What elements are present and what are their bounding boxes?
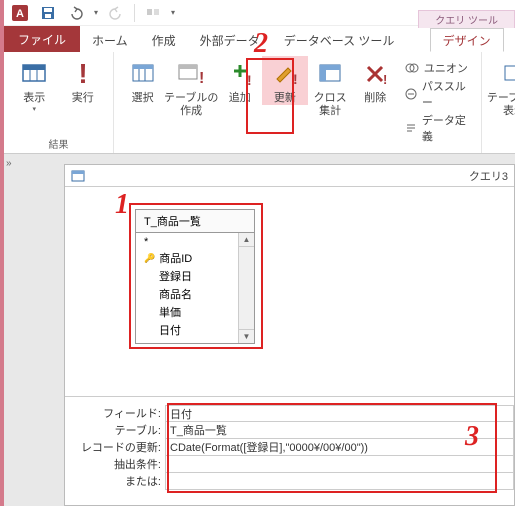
qat-customize-icon[interactable]: ▾ xyxy=(171,8,175,17)
view-icon xyxy=(18,58,50,90)
table-relationship-pane[interactable]: T_商品一覧 * 🔑商品ID 登録日 商品名 単価 日付 ▲ xyxy=(65,187,514,397)
query-icon xyxy=(71,169,85,183)
field-item-star[interactable]: * xyxy=(136,235,238,249)
save-icon[interactable] xyxy=(38,3,58,23)
row-field-value[interactable]: 日付 xyxy=(165,405,514,422)
crosstab-icon xyxy=(314,58,346,90)
undo-icon[interactable] xyxy=(66,3,86,23)
annotation-3: 3 xyxy=(465,421,479,453)
subwindow-title: クエリ3 xyxy=(469,168,508,184)
row-criteria-value[interactable] xyxy=(165,456,514,473)
svg-text:!: ! xyxy=(199,70,204,87)
ribbon: 表示 ▾ ! 実行 結果 選択 ! テーブルの 作成 xyxy=(4,52,515,154)
undo-dropdown-icon[interactable]: ▾ xyxy=(94,8,98,17)
query-design-window: クエリ3 T_商品一覧 * 🔑商品ID 登録日 商品名 単価 日付 xyxy=(64,164,515,506)
table-title: T_商品一覧 xyxy=(136,210,254,233)
data-def-icon xyxy=(404,120,418,136)
union-button[interactable]: ユニオン xyxy=(404,60,469,76)
annotation-2: 2 xyxy=(254,28,268,60)
append-button[interactable]: ! 追加 xyxy=(217,56,262,105)
row-table-label: テーブル: xyxy=(65,422,165,439)
row-field-label: フィールド: xyxy=(65,405,165,422)
make-table-button[interactable]: ! テーブルの 作成 xyxy=(165,56,217,118)
scroll-down-icon[interactable]: ▼ xyxy=(239,329,254,343)
view-button[interactable]: 表示 ▾ xyxy=(10,56,59,113)
field-item-regdate[interactable]: 登録日 xyxy=(136,267,238,285)
scroll-up-icon[interactable]: ▲ xyxy=(239,233,254,247)
update-button[interactable]: ! 更新 xyxy=(262,56,307,105)
select-query-button[interactable]: 選択 xyxy=(120,56,165,105)
select-icon xyxy=(127,58,159,90)
annotation-1: 1 xyxy=(115,189,129,221)
passthrough-icon xyxy=(404,86,418,102)
show-table-button[interactable]: テーブルの 表示 xyxy=(488,56,515,118)
run-icon: ! xyxy=(67,58,99,90)
row-update-label: レコードの更新: xyxy=(65,439,165,456)
app-icon: A xyxy=(10,3,30,23)
primary-key-icon: 🔑 xyxy=(144,253,155,264)
tab-home[interactable]: ホーム xyxy=(80,28,140,52)
run-button[interactable]: ! 実行 xyxy=(59,56,108,105)
subwindow-header: クエリ3 xyxy=(65,165,514,187)
field-item-id[interactable]: 🔑商品ID xyxy=(136,249,238,267)
crosstab-button[interactable]: クロス 集計 xyxy=(308,56,353,118)
svg-text:!: ! xyxy=(293,71,298,87)
workspace: » クエリ3 T_商品一覧 * 🔑商品ID 登録日 商品名 単価 xyxy=(4,154,515,506)
svg-text:!: ! xyxy=(78,59,87,89)
tab-file[interactable]: ファイル xyxy=(4,26,80,52)
qat-more-icon[interactable] xyxy=(143,3,163,23)
update-icon: ! xyxy=(269,58,301,90)
row-criteria-label: 抽出条件: xyxy=(65,456,165,473)
context-group-label: クエリ ツール xyxy=(418,10,515,28)
passthrough-button[interactable]: パススルー xyxy=(404,78,469,110)
tab-create[interactable]: 作成 xyxy=(140,28,188,52)
show-table-icon xyxy=(498,58,515,90)
nav-pane-collapsed[interactable]: » xyxy=(4,154,26,506)
table-field-list[interactable]: T_商品一覧 * 🔑商品ID 登録日 商品名 単価 日付 ▲ xyxy=(135,209,255,344)
svg-text:!: ! xyxy=(383,72,387,87)
context-tab-group: クエリ ツール デザイン xyxy=(418,10,515,52)
row-or-value[interactable] xyxy=(165,473,514,490)
group-results-label: 結果 xyxy=(4,136,113,153)
delete-icon: ! xyxy=(359,58,391,90)
svg-text:A: A xyxy=(16,8,24,20)
data-definition-button[interactable]: データ定義 xyxy=(404,112,469,144)
field-item-date[interactable]: 日付 xyxy=(136,321,238,339)
field-list-scrollbar[interactable]: ▲ ▼ xyxy=(238,233,254,343)
row-or-label: または: xyxy=(65,473,165,490)
delete-button[interactable]: ! 削除 xyxy=(353,56,398,105)
union-icon xyxy=(404,60,420,76)
design-grid: フィールド: 日付 テーブル: T_商品一覧 レコードの更新: CDate(Fo… xyxy=(65,397,514,490)
append-icon: ! xyxy=(224,58,256,90)
tab-design[interactable]: デザイン xyxy=(430,28,504,52)
make-table-icon: ! xyxy=(175,58,207,90)
redo-icon[interactable] xyxy=(106,3,126,23)
field-item-price[interactable]: 単価 xyxy=(136,303,238,321)
svg-text:!: ! xyxy=(247,72,252,87)
row-update-value[interactable]: CDate(Format([登録日],"0000¥/00¥/00")) xyxy=(165,439,514,456)
field-item-name[interactable]: 商品名 xyxy=(136,285,238,303)
tab-database-tools[interactable]: データベース ツール xyxy=(272,28,407,52)
expand-nav-icon[interactable]: » xyxy=(6,158,12,169)
row-table-value[interactable]: T_商品一覧 xyxy=(165,422,514,439)
